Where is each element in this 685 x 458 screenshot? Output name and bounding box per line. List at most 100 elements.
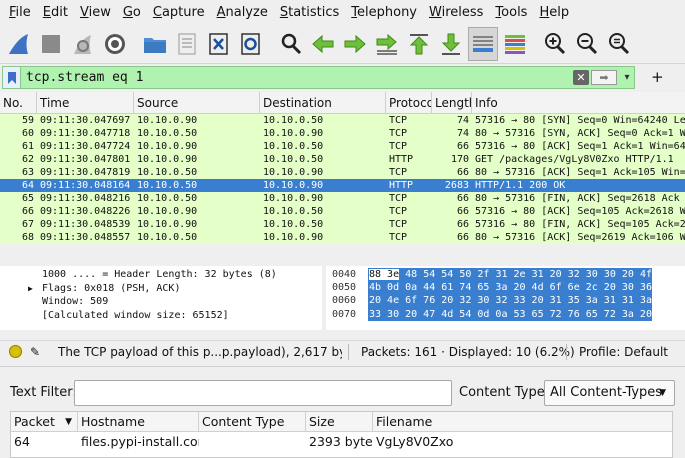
packet-cell-len: 2683	[444, 180, 469, 191]
packet-row[interactable]: 63 09:11:30.047819 10.10.0.50 10.10.0.90 TCP…	[0, 166, 685, 179]
column-header-source[interactable]: Source	[134, 92, 260, 113]
packet-cell-no: 63	[21, 167, 34, 178]
packet-cell-proto: TCP	[389, 219, 408, 230]
bytes-line[interactable]: 0060 20 4e 6f 76 20 32 30 32 33 20 31 35 …	[326, 294, 685, 308]
packet-row[interactable]: 68 09:11:30.048557 10.10.0.50 10.10.0.90 TCP…	[0, 231, 685, 244]
packet-row[interactable]: 64 09:11:30.048164 10.10.0.50 10.10.0.90 HTT…	[0, 179, 685, 192]
packet-list: No. Time Source Destination Protocol Len…	[0, 92, 685, 244]
capture-options-button[interactable]	[100, 27, 130, 61]
status-profile[interactable]: Profile: Default	[573, 345, 668, 359]
menu-file[interactable]: File	[3, 5, 37, 20]
display-filter-bar: tcp.stream eq 1 ✕ ➡ ▾ +	[0, 65, 685, 91]
capture-comment-icon[interactable]: ✎	[30, 345, 46, 359]
packet-row[interactable]: 59 09:11:30.047697 10.10.0.90 10.10.0.50 TCP…	[0, 114, 685, 127]
column-header-protocol[interactable]: Protocol	[386, 92, 432, 113]
packet-cell-dst: 10.10.0.50	[263, 115, 324, 126]
pane-splitter[interactable]	[0, 244, 685, 266]
column-header-packet[interactable]: Packet ▼	[11, 412, 78, 431]
menu-help[interactable]: Help	[533, 5, 575, 20]
packet-cell-src: 10.10.0.90	[137, 141, 198, 152]
menu-wireless[interactable]: Wireless	[423, 5, 489, 20]
filter-dropdown-icon[interactable]: ▾	[620, 72, 634, 83]
reload-file-button[interactable]	[236, 27, 266, 61]
arrow-right-icon	[344, 34, 366, 53]
bytes-line[interactable]: 0040 88 3e 48 54 54 50 2f 31 2e 31 20 32 …	[326, 268, 685, 282]
packet-cell-proto: TCP	[389, 232, 408, 243]
restart-capture-button[interactable]	[68, 27, 98, 61]
expand-arrow-icon[interactable]: ▶	[28, 282, 33, 296]
packet-cell-proto: TCP	[389, 193, 408, 204]
save-file-button[interactable]	[172, 27, 202, 61]
column-header-destination[interactable]: Destination	[260, 92, 386, 113]
stop-capture-button[interactable]	[36, 27, 66, 61]
clear-filter-icon[interactable]: ✕	[573, 70, 589, 85]
menu-edit[interactable]: Edit	[37, 5, 74, 20]
menu-tools[interactable]: Tools	[489, 5, 533, 20]
go-to-packet-button[interactable]	[372, 27, 402, 61]
auto-scroll-button[interactable]	[468, 26, 498, 61]
close-file-button[interactable]	[204, 27, 234, 61]
packet-row[interactable]: 61 09:11:30.047724 10.10.0.90 10.10.0.50 TCP…	[0, 140, 685, 153]
text-filter-input[interactable]	[74, 380, 452, 406]
content-type-select[interactable]: All Content-Types ▼	[544, 380, 675, 406]
column-header-length[interactable]: Length	[432, 92, 472, 113]
find-packet-button[interactable]	[276, 27, 306, 61]
go-forward-button[interactable]	[340, 27, 370, 61]
packet-cell-len: 66	[456, 193, 469, 204]
menu-capture[interactable]: Capture	[147, 5, 211, 20]
filter-text[interactable]: tcp.stream eq 1	[21, 70, 573, 85]
column-header-filename[interactable]: Filename	[373, 412, 672, 431]
open-file-button[interactable]	[140, 27, 170, 61]
column-header-info[interactable]: Info	[472, 92, 685, 113]
detail-line[interactable]: [Calculated window size: 65152]	[0, 309, 322, 323]
packet-row[interactable]: 62 09:11:30.047801 10.10.0.90 10.10.0.50 HTT…	[0, 153, 685, 166]
zoom-out-button[interactable]	[572, 27, 602, 61]
menu-analyze[interactable]: Analyze	[211, 5, 274, 20]
detail-line[interactable]: Window: 509	[0, 295, 322, 309]
start-capture-button[interactable]	[4, 27, 34, 61]
detail-line-expandable[interactable]: ▶ Flags: 0x018 (PSH, ACK)	[0, 282, 322, 296]
menu-telephony[interactable]: Telephony	[345, 5, 423, 20]
packet-cell-proto: TCP	[389, 167, 408, 178]
packet-row[interactable]: 65 09:11:30.048216 10.10.0.50 10.10.0.90 TCP…	[0, 192, 685, 205]
display-filter-input[interactable]: tcp.stream eq 1 ✕ ➡ ▾	[2, 66, 635, 89]
bytes-line[interactable]: 0070 33 30 20 47 4d 54 0d 0a 53 65 72 76 …	[326, 307, 685, 321]
menu-view[interactable]: View	[74, 5, 117, 20]
column-header-no[interactable]: No.	[0, 92, 37, 113]
packet-cell-info: 57316 → 80 [SYN] Seq=0 Win=64240 Len=0	[475, 115, 685, 126]
bytes-line[interactable]: 0050 4b 0d 0a 44 61 74 65 3a 20 4d 6f 6e …	[326, 281, 685, 295]
column-header-hostname[interactable]: Hostname	[78, 412, 199, 431]
packet-cell-proto: TCP	[389, 141, 408, 152]
packet-cell-no: 66	[21, 206, 34, 217]
cell-size: 2393 bytes	[309, 434, 373, 449]
first-packet-button[interactable]	[404, 27, 434, 61]
packet-cell-len: 66	[456, 232, 469, 243]
colorize-button[interactable]	[500, 27, 530, 61]
zoom-in-button[interactable]	[540, 27, 570, 61]
packet-cell-time: 09:11:30.048164	[40, 180, 131, 191]
packet-row[interactable]: 60 09:11:30.047718 10.10.0.50 10.10.0.90 TCP…	[0, 127, 685, 140]
menu-go[interactable]: Go	[117, 5, 147, 20]
file-icon	[178, 33, 196, 54]
packet-cell-len: 66	[456, 141, 469, 152]
column-header-time[interactable]: Time	[37, 92, 134, 113]
expert-info-icon[interactable]	[9, 345, 22, 358]
column-header-content-type[interactable]: Content Type	[199, 412, 306, 431]
table-row[interactable]: 64 files.pypi-install.com 2393 bytes VgL…	[11, 432, 672, 452]
add-filter-button-plus-icon[interactable]: +	[651, 68, 664, 86]
last-packet-button[interactable]	[436, 27, 466, 61]
packet-cell-time: 09:11:30.048557	[40, 232, 131, 243]
packet-cell-time: 09:11:30.048226	[40, 206, 131, 217]
menu-statistics[interactable]: Statistics	[274, 5, 345, 20]
packet-cell-info: 80 → 57316 [ACK] Seq=1 Ack=105 Win=	[475, 167, 685, 178]
bookmark-icon[interactable]	[3, 67, 21, 88]
column-header-size[interactable]: Size	[306, 412, 373, 431]
detail-line[interactable]: 1000 .... = Header Length: 32 bytes (8)	[0, 268, 322, 282]
zoom-reset-button[interactable]	[604, 27, 634, 61]
go-back-button[interactable]	[308, 27, 338, 61]
apply-filter-arrow-icon[interactable]: ➡	[591, 70, 617, 85]
packet-row[interactable]: 66 09:11:30.048226 10.10.0.90 10.10.0.50 TCP…	[0, 205, 685, 218]
bytes-hex-selected: 20 4e 6f 76 20 32 30 32 33 20 31 35 3a 3…	[368, 294, 652, 308]
folder-icon	[144, 37, 166, 53]
packet-row[interactable]: 67 09:11:30.048539 10.10.0.90 10.10.0.50 TCP…	[0, 218, 685, 231]
